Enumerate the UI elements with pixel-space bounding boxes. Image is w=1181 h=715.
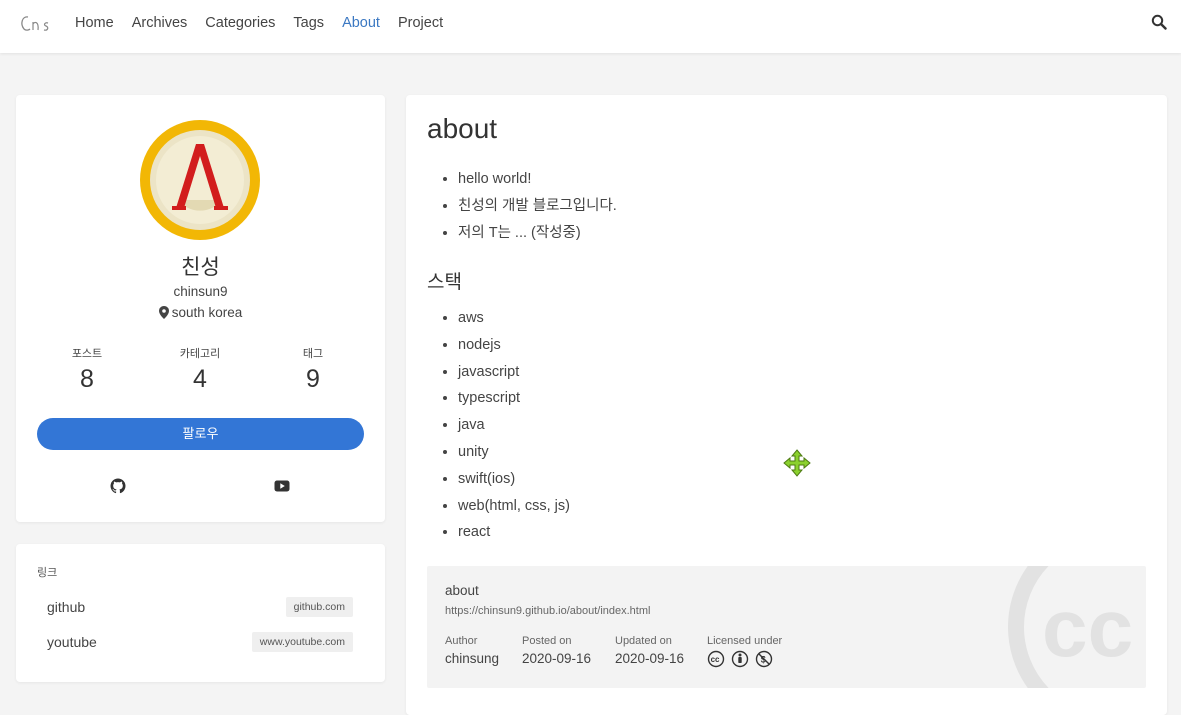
follow-button[interactable]: 팔로우	[37, 418, 364, 450]
meta-label: Author	[445, 635, 478, 647]
links-title: 링크	[37, 567, 58, 579]
nav-archives[interactable]: Archives	[132, 15, 188, 31]
stat-label: 카테고리	[179, 348, 221, 360]
meta-author: Author chinsung	[445, 635, 499, 666]
list-item: 친성의 개발 블로그입니다.	[458, 193, 617, 220]
top-navbar: Home Archives Categories Tags About Proj…	[0, 0, 1181, 53]
meta-label: Posted on	[522, 635, 572, 647]
list-item: hello world!	[458, 166, 617, 193]
profile-stats: 포스트 8 카테고리 4 태그 9	[32, 345, 368, 394]
link-domain: github.com	[285, 597, 353, 617]
link-name: youtube	[47, 634, 97, 650]
list-item: swift(ios)	[458, 466, 570, 493]
search-icon[interactable]	[1151, 14, 1167, 30]
youtube-icon[interactable]	[274, 478, 290, 494]
list-item: react	[458, 519, 570, 546]
link-item-youtube[interactable]: youtube www.youtube.com	[47, 632, 353, 654]
copyright-url[interactable]: https://chinsun9.github.io/about/index.h…	[445, 605, 650, 617]
nav-home[interactable]: Home	[75, 15, 114, 31]
nav-project[interactable]: Project	[398, 15, 443, 31]
profile-username: chinsun9	[173, 284, 228, 299]
profile-name: 친성	[181, 256, 220, 279]
links-card: 링크 github github.com youtube www.youtube…	[16, 544, 385, 682]
move-cursor-icon	[783, 449, 811, 477]
stat-value: 9	[306, 365, 320, 393]
link-item-github[interactable]: github github.com	[47, 597, 353, 619]
location-text: south korea	[171, 305, 243, 320]
map-marker-icon	[158, 306, 169, 319]
intro-list: hello world! 친성의 개발 블로그입니다. 저의 T는 ... (작…	[427, 166, 617, 246]
meta-updated: Updated on 2020-09-16	[615, 635, 684, 666]
stat-tags[interactable]: 태그 9	[258, 345, 368, 394]
link-name: github	[47, 599, 86, 615]
link-domain: www.youtube.com	[251, 632, 353, 652]
meta-value: chinsung	[445, 651, 500, 666]
profile-card: 친성 chinsun9 south korea 포스트 8 카테고리 4 태그 …	[16, 95, 385, 522]
stack-heading: 스택	[427, 272, 462, 293]
list-item: java	[458, 412, 570, 439]
nav-about[interactable]: About	[342, 15, 380, 31]
stack-list: aws nodejs javascript typescript java un…	[427, 305, 570, 546]
list-item: aws	[458, 305, 570, 332]
meta-value: 2020-09-16	[522, 651, 592, 666]
meta-label: Updated on	[615, 635, 672, 647]
logo-icon[interactable]	[18, 12, 52, 36]
avatar[interactable]	[140, 120, 260, 240]
post-copyright-box: cc about https://chinsun9.github.io/abou…	[427, 566, 1146, 688]
list-item: javascript	[458, 359, 570, 386]
stat-categories[interactable]: 카테고리 4	[145, 345, 255, 394]
creative-commons-watermark-icon: cc	[1008, 566, 1133, 688]
main-nav: Home Archives Categories Tags About Proj…	[75, 0, 461, 46]
stat-value: 8	[80, 365, 94, 393]
stat-value: 4	[193, 365, 207, 393]
page-title: about	[427, 113, 498, 144]
svg-text:cc: cc	[1042, 583, 1133, 674]
list-item: unity	[458, 439, 570, 466]
stat-label: 포스트	[71, 348, 103, 360]
list-item: 저의 T는 ... (작성중)	[458, 220, 617, 247]
meta-value: 2020-09-16	[615, 651, 685, 666]
stat-posts[interactable]: 포스트 8	[32, 345, 142, 394]
meta-label: Licensed under	[707, 635, 783, 647]
license-icons[interactable]: cc $	[707, 650, 782, 671]
list-item: nodejs	[458, 332, 570, 359]
svg-text:cc: cc	[711, 655, 720, 664]
list-item: web(html, css, js)	[458, 493, 570, 520]
list-item: typescript	[458, 385, 570, 412]
article-card: about hello world! 친성의 개발 블로그입니다. 저의 T는 …	[406, 95, 1167, 715]
cc-license-icons[interactable]: cc $	[707, 650, 779, 668]
nav-categories[interactable]: Categories	[205, 15, 275, 31]
copyright-title: about	[445, 583, 479, 598]
github-icon[interactable]	[110, 478, 126, 494]
nav-tags[interactable]: Tags	[293, 15, 324, 31]
stat-label: 태그	[302, 348, 324, 360]
profile-location: south korea	[16, 305, 385, 320]
meta-license: Licensed under cc $	[707, 635, 782, 671]
meta-posted: Posted on 2020-09-16	[522, 635, 591, 666]
